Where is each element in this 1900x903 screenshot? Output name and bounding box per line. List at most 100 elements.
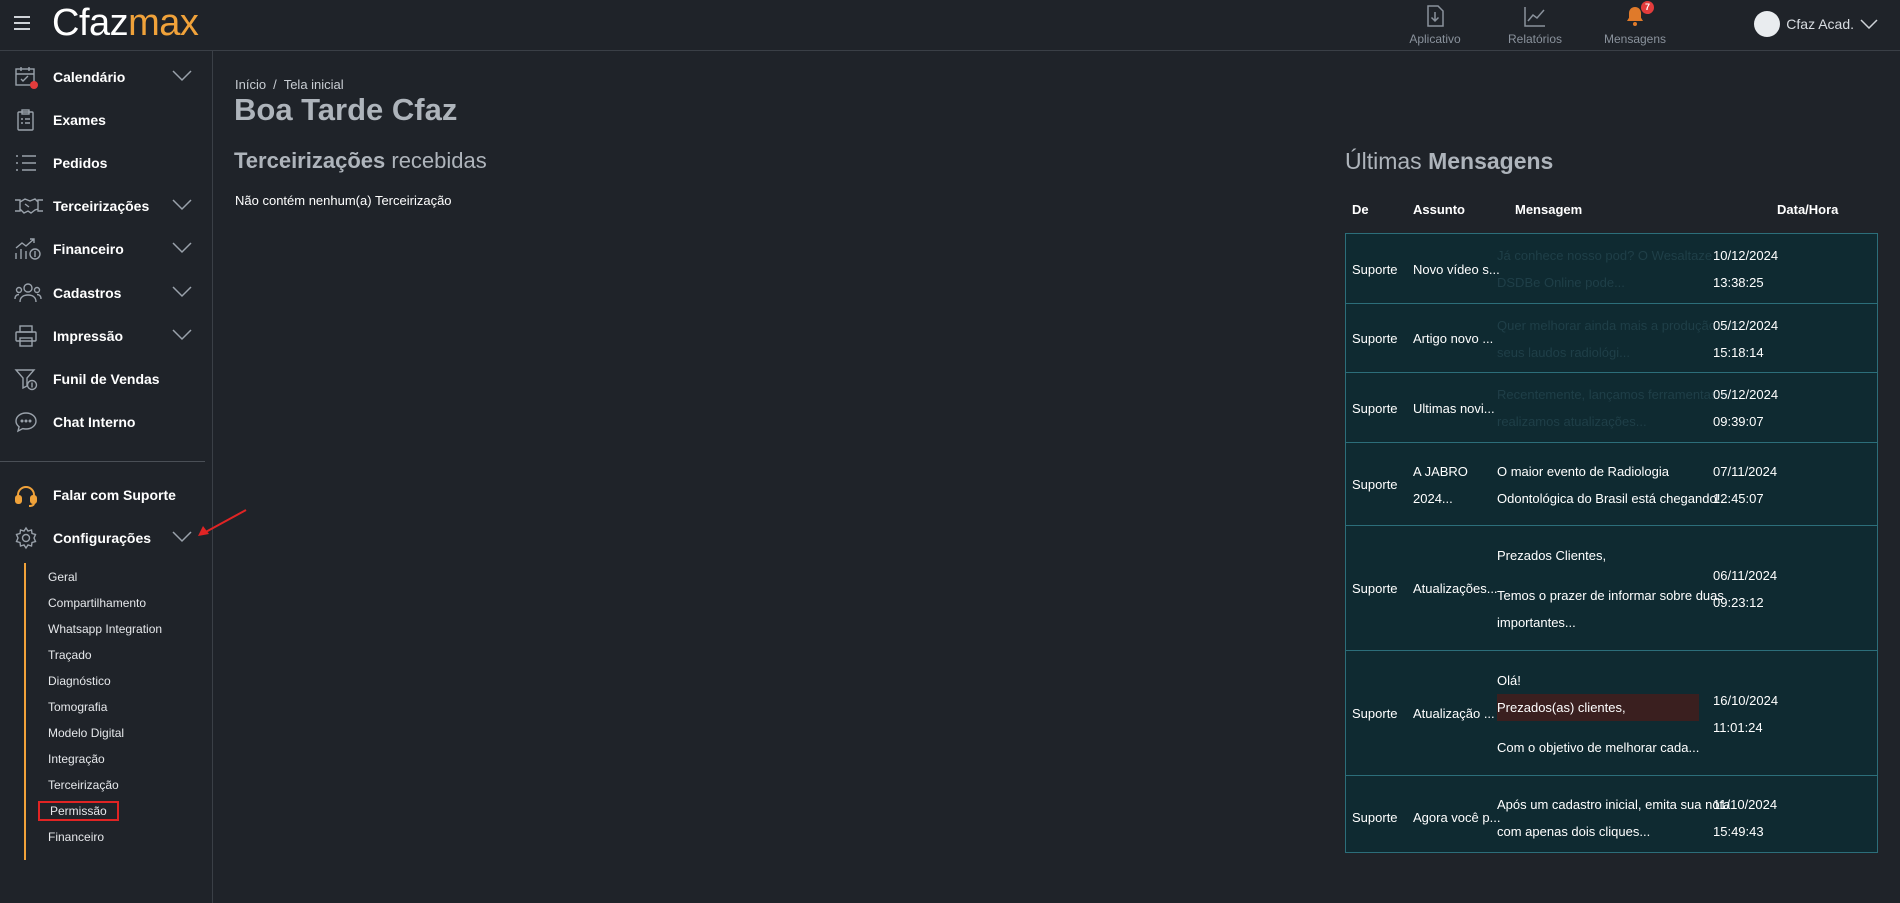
submenu-item-modelo-digital[interactable]: Modelo Digital bbox=[48, 726, 124, 740]
message-time: 15:49:43 bbox=[1713, 823, 1764, 839]
table-row[interactable]: Suporte Novo vídeo s... Já conhece nosso p… bbox=[1346, 234, 1877, 304]
message-text: Olá! Prezados(as) clientes, Com o objetivo… bbox=[1497, 667, 1700, 761]
breadcrumb: Início / Tela inicial bbox=[235, 77, 344, 92]
message-subject: Atualização ... bbox=[1413, 700, 1495, 727]
submenu-item-integracao[interactable]: Integração bbox=[48, 752, 105, 766]
sidebar-item-chat[interactable]: Chat Interno bbox=[0, 402, 205, 442]
message-subject-line: Artigo novo ... bbox=[1413, 331, 1494, 346]
chevron-down-icon bbox=[1860, 19, 1878, 29]
message-text-line: Após um cadastro inicial, emita sua nota bbox=[1497, 796, 1731, 812]
table-row[interactable]: Suporte Atualização ... Olá! Prezados(as) c… bbox=[1346, 651, 1877, 776]
chevron-down-icon[interactable] bbox=[172, 286, 192, 298]
nav-relatorios[interactable]: Relatórios bbox=[1485, 0, 1585, 50]
messages-table: Suporte Novo vídeo s... Já conhece nosso p… bbox=[1345, 233, 1878, 853]
submenu-item-permissao[interactable]: Permissão bbox=[38, 801, 119, 821]
sidebar-item-label: Funil de Vendas bbox=[53, 371, 160, 387]
chevron-down-icon[interactable] bbox=[172, 242, 192, 254]
column-header-data-hora: Data/Hora bbox=[1777, 202, 1839, 217]
message-subject: Artigo novo ... bbox=[1413, 325, 1493, 352]
column-header-mensagem: Mensagem bbox=[1515, 202, 1583, 217]
message-text-line: Recentemente, lançamos ferramentas e bbox=[1497, 387, 1729, 402]
message-subject-line: Agora você p... bbox=[1413, 810, 1501, 825]
table-row[interactable]: Suporte Ultimas novi... Recentemente, lanç… bbox=[1346, 373, 1877, 443]
submenu-item-tomografia[interactable]: Tomografia bbox=[48, 700, 107, 714]
chevron-down-icon[interactable] bbox=[172, 329, 192, 341]
nav-mensagens[interactable]: 7 Mensagens bbox=[1585, 0, 1685, 50]
chart-icon bbox=[1524, 7, 1545, 27]
nav-relatorios-label: Relatórios bbox=[1507, 32, 1563, 46]
headset-icon bbox=[15, 486, 37, 507]
sidebar-item-label: Falar com Suporte bbox=[53, 487, 176, 503]
column-header-de: De bbox=[1352, 202, 1369, 217]
sidebar-item-label: Calendário bbox=[53, 69, 126, 85]
submenu-item-whatsapp[interactable]: Whatsapp Integration bbox=[48, 622, 162, 636]
sidebar-item-pedidos[interactable]: Pedidos bbox=[0, 143, 205, 183]
page-title: Boa Tarde Cfaz bbox=[234, 92, 458, 127]
sidebar-item-terceirizacoes[interactable]: Terceirizações bbox=[0, 186, 205, 226]
message-text-line: Olá! bbox=[1497, 672, 1521, 688]
message-from-text: Suporte bbox=[1352, 581, 1398, 596]
message-subject: Atualizações... bbox=[1413, 575, 1498, 602]
sidebar-item-calendario[interactable]: Calendário bbox=[0, 57, 205, 97]
avatar bbox=[1754, 11, 1781, 37]
chevron-down-icon[interactable] bbox=[172, 199, 192, 211]
sidebar-item-funil[interactable]: Funil de Vendas bbox=[0, 359, 205, 399]
message-text-line: Prezados Clientes, bbox=[1497, 547, 1607, 563]
calendar-icon bbox=[15, 67, 38, 89]
nav-aplicativo[interactable]: Aplicativo bbox=[1385, 0, 1485, 50]
message-from: Suporte bbox=[1352, 804, 1398, 831]
message-date: 16/10/2024 bbox=[1713, 692, 1779, 708]
submenu-item-compartilhamento[interactable]: Compartilhamento bbox=[48, 596, 146, 610]
message-text-line: realizamos atualizações... bbox=[1497, 414, 1647, 429]
message-date: 11/10/2024 bbox=[1713, 796, 1778, 812]
message-from: Suporte bbox=[1352, 471, 1398, 498]
message-subject-line: Atualizações... bbox=[1413, 581, 1498, 596]
message-datetime: 11/10/2024 15:49:43 bbox=[1713, 791, 1777, 845]
download-icon bbox=[1427, 5, 1444, 27]
submenu-item-terceirizacao[interactable]: Terceirização bbox=[48, 778, 119, 792]
submenu-item-tracado[interactable]: Traçado bbox=[48, 648, 92, 662]
message-time: 11:01:24 bbox=[1713, 719, 1763, 735]
messages-title-light: Últimas bbox=[1345, 148, 1429, 174]
sidebar-item-impressao[interactable]: Impressão bbox=[0, 316, 205, 356]
user-menu[interactable]: Cfaz Acad. bbox=[1754, 11, 1878, 37]
sidebar-item-exames[interactable]: Exames bbox=[0, 100, 205, 140]
message-date: 06/11/2024 bbox=[1713, 567, 1778, 583]
message-date: 05/12/2024 bbox=[1713, 387, 1779, 402]
message-subject: Novo vídeo s... bbox=[1413, 256, 1500, 283]
table-row[interactable]: Suporte Agora você p... Após um cadastro i… bbox=[1346, 776, 1877, 859]
breadcrumb-home-link[interactable]: Início bbox=[235, 77, 266, 92]
message-date: 10/12/2024 bbox=[1713, 248, 1779, 263]
nav-mensagens-label: Mensagens bbox=[1603, 32, 1667, 46]
sidebar-item-label: Cadastros bbox=[53, 285, 122, 301]
sidebar-item-financeiro[interactable]: Financeiro bbox=[0, 229, 205, 269]
chat-icon bbox=[15, 412, 37, 433]
sidebar-item-suporte[interactable]: Falar com Suporte bbox=[0, 475, 205, 515]
message-text-line: DSDBe Online pode... bbox=[1497, 275, 1625, 290]
table-row[interactable]: Suporte A JABRO 2024... O maior evento de R… bbox=[1346, 443, 1877, 526]
message-text: O maior evento de Radiologia Odontológica… bbox=[1497, 458, 1731, 512]
sidebar-item-label: Terceirizações bbox=[53, 198, 150, 214]
clipboard-icon bbox=[17, 109, 34, 131]
submenu-item-financeiro[interactable]: Financeiro bbox=[48, 830, 104, 844]
table-row[interactable]: Suporte Artigo novo ... Quer melhorar aind… bbox=[1346, 304, 1877, 373]
sidebar-item-configuracoes[interactable]: Configurações bbox=[0, 518, 205, 558]
message-from: Suporte bbox=[1352, 325, 1398, 352]
table-row[interactable]: Suporte Atualizações... Prezados Clientes,… bbox=[1346, 526, 1877, 651]
annotation-arrow-icon bbox=[198, 509, 247, 536]
message-date: 05/12/2024 bbox=[1713, 317, 1779, 333]
chevron-down-icon[interactable] bbox=[172, 531, 192, 543]
printer-icon bbox=[15, 325, 37, 347]
logo[interactable]: Cfazmax bbox=[52, 2, 199, 45]
chevron-down-icon[interactable] bbox=[172, 70, 192, 82]
message-text-line: Prezados(as) clientes, bbox=[1497, 693, 1700, 721]
message-datetime: 07/11/2024 12:45:07 bbox=[1713, 458, 1777, 512]
submenu-item-diagnostico[interactable]: Diagnóstico bbox=[48, 674, 111, 688]
message-datetime: 10/12/2024 13:38:25 bbox=[1713, 242, 1778, 296]
submenu-item-geral[interactable]: Geral bbox=[48, 570, 77, 584]
menu-toggle-icon[interactable] bbox=[14, 16, 30, 30]
message-date: 07/11/2024 bbox=[1713, 463, 1778, 479]
outsourcing-title-rest: recebidas bbox=[385, 148, 487, 173]
messages-title: Últimas Mensagens bbox=[1345, 148, 1553, 175]
sidebar-item-cadastros[interactable]: Cadastros bbox=[0, 273, 205, 313]
